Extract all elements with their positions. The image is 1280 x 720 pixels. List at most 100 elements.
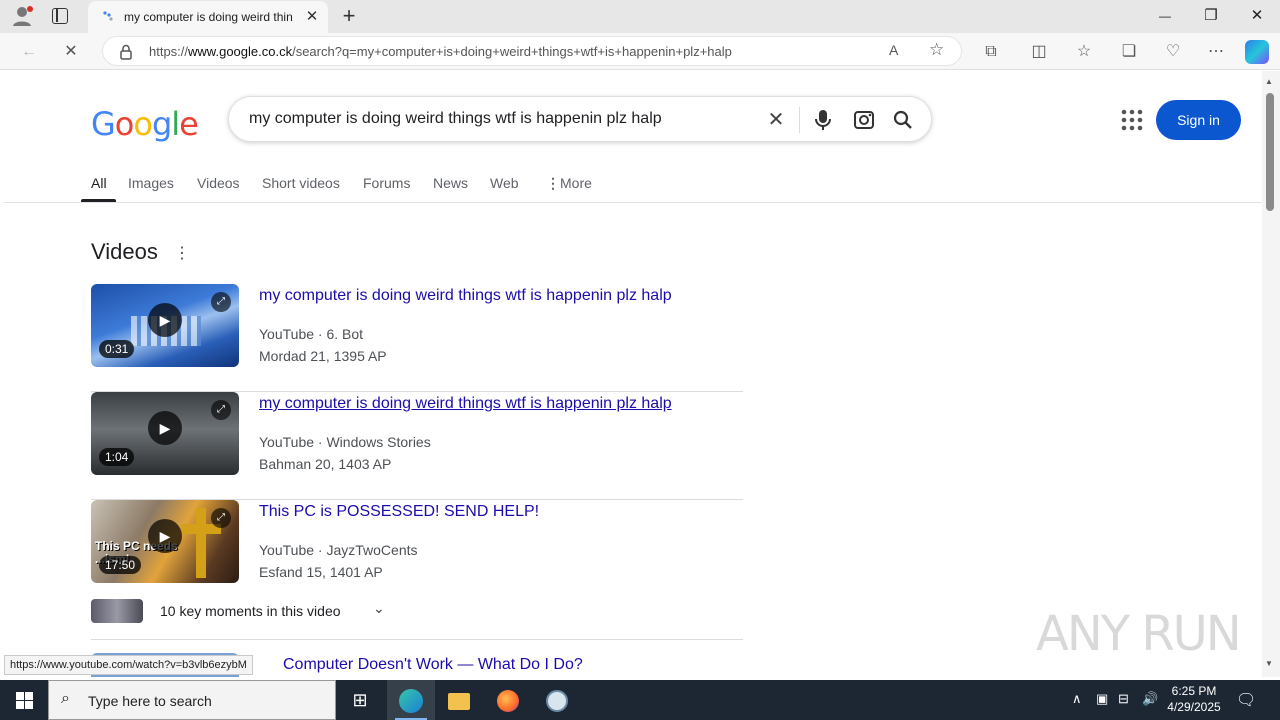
- search-icon: ⌕: [61, 690, 70, 707]
- active-tab-indicator: [81, 199, 116, 202]
- camera-search-icon[interactable]: [853, 110, 875, 130]
- video-thumbnail[interactable]: ▶ ⤢ 1:04: [91, 392, 239, 475]
- read-aloud-icon[interactable]: A: [889, 42, 898, 58]
- more-dots-icon[interactable]: ⋮: [546, 175, 560, 192]
- browser-tab-bar: my computer is doing weird thin ✕ + — ❐ …: [0, 0, 1280, 33]
- video-thumbnail[interactable]: This PC needs ...ism! ▶ ⤢ 17:50: [91, 500, 239, 583]
- show-hidden-icons-icon[interactable]: ∧: [1072, 691, 1082, 707]
- lock-icon[interactable]: [119, 44, 133, 60]
- section-options-icon[interactable]: ⋮: [174, 243, 190, 263]
- video-duration: 17:50: [99, 556, 142, 574]
- clock-date: 4/29/2025: [1167, 700, 1221, 714]
- video-source: YouTube · Windows Stories: [259, 434, 431, 450]
- clear-search-icon[interactable]: ✕: [764, 108, 788, 132]
- copilot-icon[interactable]: [1245, 40, 1269, 64]
- expand-icon[interactable]: ⤢: [211, 400, 231, 420]
- video-duration: 0:31: [99, 340, 135, 358]
- google-results-page: Google my computer is doing weird things…: [4, 71, 1262, 677]
- expand-icon[interactable]: ⤢: [211, 292, 231, 312]
- windows-taskbar: ⌕ Type here to search ⊞ ∧ ▣ ⊟ 🔊 6:25 PM …: [0, 680, 1280, 720]
- browser-toolbar: ← ✕ https://www.google.co.ck/search?q=my…: [0, 33, 1280, 70]
- tab-news[interactable]: News: [433, 175, 468, 191]
- video-date: Esfand 15, 1401 AP: [259, 564, 383, 580]
- video-result: ▶ ⤢ 1:04 my computer is doing weird thin…: [91, 392, 743, 500]
- new-tab-button[interactable]: +: [338, 3, 360, 29]
- video-title-link[interactable]: Computer Doesn't Work — What Do I Do?: [283, 656, 583, 674]
- system-clock[interactable]: 6:25 PM 4/29/2025: [1160, 683, 1228, 715]
- stop-loading-icon[interactable]: ✕: [58, 39, 84, 65]
- video-result: This PC needs ...ism! ▶ ⤢ 17:50 This PC …: [91, 500, 743, 608]
- window-close-button[interactable]: ✕: [1234, 0, 1280, 32]
- status-bar-url: https://www.youtube.com/watch?v=b3vlb6ez…: [4, 655, 253, 675]
- anyrun-watermark: ANY RUN: [1036, 606, 1242, 662]
- scroll-down-icon[interactable]: ▼: [1265, 659, 1273, 668]
- network-icon[interactable]: ⊟: [1118, 691, 1129, 707]
- more-menu-icon[interactable]: ⋯: [1203, 39, 1229, 65]
- device-icon[interactable]: ▣: [1096, 691, 1108, 707]
- profile-icon[interactable]: [10, 4, 34, 28]
- tab-more[interactable]: More: [560, 175, 592, 191]
- maximize-button[interactable]: ❐: [1188, 0, 1234, 32]
- play-icon[interactable]: ▶: [148, 303, 182, 337]
- microphone-icon[interactable]: [815, 109, 831, 131]
- video-source: YouTube · 6. Bot: [259, 326, 364, 342]
- taskbar-search-placeholder: Type here to search: [88, 693, 212, 709]
- split-screen-icon[interactable]: ◫: [1026, 39, 1052, 65]
- tab-videos[interactable]: Videos: [197, 175, 240, 191]
- key-moments-label: 10 key moments in this video: [160, 603, 341, 619]
- expand-icon[interactable]: ⤢: [211, 508, 231, 528]
- task-view-icon[interactable]: ⊞: [336, 680, 384, 720]
- video-title-link[interactable]: my computer is doing weird things wtf is…: [259, 287, 672, 305]
- firefox-icon[interactable]: [484, 680, 532, 720]
- collections-icon[interactable]: ❏: [1116, 39, 1142, 65]
- video-duration: 1:04: [99, 448, 135, 466]
- tab-web[interactable]: Web: [490, 175, 519, 191]
- search-box[interactable]: my computer is doing weird things wtf is…: [228, 96, 932, 142]
- video-title-link[interactable]: my computer is doing weird things wtf is…: [259, 395, 672, 413]
- video-date: Mordad 21, 1395 AP: [259, 348, 387, 364]
- url-text: https://www.google.co.ck/search?q=my+com…: [149, 44, 732, 59]
- favorite-star-icon[interactable]: ☆: [929, 40, 944, 60]
- video-source: YouTube · JayzTwoCents: [259, 542, 418, 558]
- address-bar[interactable]: https://www.google.co.ck/search?q=my+com…: [102, 36, 962, 66]
- back-arrow-icon[interactable]: ←: [16, 39, 42, 65]
- windows-logo-icon: [16, 692, 33, 709]
- volume-icon[interactable]: 🔊: [1142, 691, 1158, 707]
- page-scrollbar[interactable]: ▲ ▼: [1262, 71, 1280, 677]
- minimize-button[interactable]: —: [1142, 0, 1188, 32]
- scroll-up-icon[interactable]: ▲: [1265, 77, 1273, 86]
- file-explorer-icon[interactable]: [435, 680, 483, 720]
- browser-tab-active[interactable]: my computer is doing weird thin ✕: [88, 1, 328, 33]
- video-result: ▶ ⤢ 0:31 my computer is doing weird thin…: [91, 284, 743, 392]
- play-icon[interactable]: ▶: [148, 519, 182, 553]
- edge-icon[interactable]: [387, 680, 435, 720]
- search-icon[interactable]: [893, 110, 913, 130]
- videos-section-title: Videos: [91, 239, 158, 264]
- chevron-down-icon[interactable]: ⌄: [373, 600, 385, 617]
- tab-short-videos[interactable]: Short videos: [262, 175, 340, 191]
- loading-icon: [103, 11, 113, 21]
- sign-in-button[interactable]: Sign in: [1156, 100, 1241, 140]
- key-moments-expander[interactable]: 10 key moments in this video ⌄: [91, 598, 743, 640]
- google-logo[interactable]: Google: [91, 105, 199, 143]
- tab-close-icon[interactable]: ✕: [302, 7, 322, 27]
- tab-actions-icon[interactable]: [52, 8, 68, 24]
- browser-essentials-icon[interactable]: ♡: [1160, 39, 1186, 65]
- notification-icon[interactable]: 🗨: [1236, 690, 1256, 710]
- tab-all[interactable]: All: [91, 175, 107, 191]
- video-date: Bahman 20, 1403 AP: [259, 456, 392, 472]
- taskbar-search[interactable]: ⌕ Type here to search: [48, 680, 336, 720]
- clock-time: 6:25 PM: [1171, 684, 1217, 698]
- tab-images[interactable]: Images: [128, 175, 174, 191]
- extensions-icon[interactable]: ⧉: [978, 39, 1004, 65]
- video-thumbnail[interactable]: ▶ ⤢ 0:31: [91, 284, 239, 367]
- tab-forums[interactable]: Forums: [363, 175, 410, 191]
- start-button[interactable]: [0, 680, 48, 720]
- play-icon[interactable]: ▶: [148, 411, 182, 445]
- search-input[interactable]: my computer is doing weird things wtf is…: [249, 110, 662, 128]
- google-apps-icon[interactable]: [1121, 109, 1143, 131]
- favorites-icon[interactable]: ☆: [1071, 39, 1097, 65]
- scrollbar-thumb[interactable]: [1266, 93, 1274, 211]
- app-icon[interactable]: [533, 680, 581, 720]
- video-title-link[interactable]: This PC is POSSESSED! SEND HELP!: [259, 503, 539, 521]
